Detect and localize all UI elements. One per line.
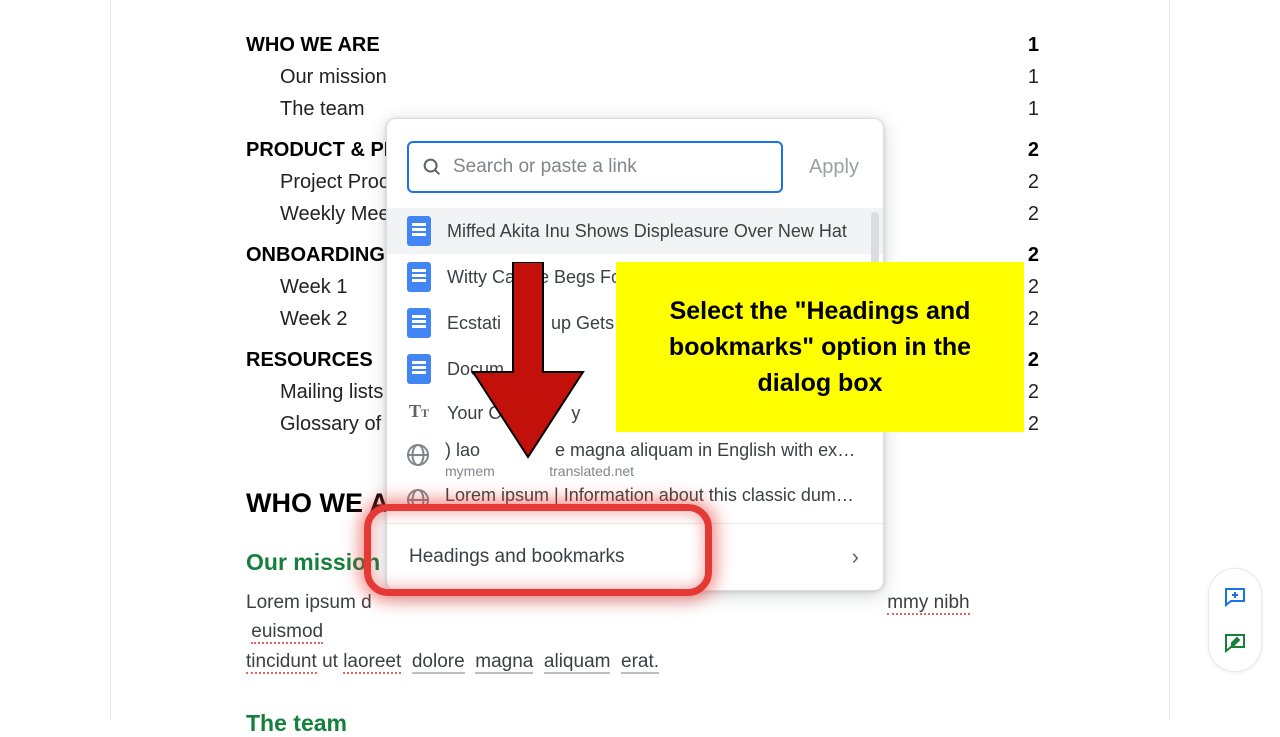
link-search-input[interactable] (453, 143, 769, 191)
toc-page: 1 (1028, 93, 1039, 125)
link-suggestion-doc[interactable]: Miffed Akita Inu Shows Displeasure Over … (387, 208, 883, 254)
headings-and-bookmarks-option[interactable]: Headings and bookmarks › (387, 523, 883, 590)
body-paragraph[interactable]: Lorem ipsum d mmy nibh euismod tincidunt… (246, 588, 1039, 676)
toc-h1-label: ONBOARDING (246, 239, 385, 271)
add-comment-icon (1223, 585, 1247, 609)
toc-page: 1 (1028, 29, 1039, 61)
toc-page: 2 (1028, 408, 1039, 440)
toc-item-label: Week 1 (280, 271, 347, 303)
toc-h1-label: WHO WE ARE (246, 29, 380, 61)
toc-page: 1 (1028, 61, 1039, 93)
comment-fab-group (1208, 568, 1262, 672)
toc-page: 2 (1028, 376, 1039, 408)
toc-h1-label: PRODUCT & PR (246, 134, 398, 166)
link-suggestion-web[interactable]: Lorem ipsum | Information about this cla… (387, 481, 883, 523)
text-format-icon: TT (407, 401, 431, 425)
headings-label: Headings and bookmarks (409, 546, 624, 568)
suggestion-label: Miffed Akita Inu Shows Displeasure Over … (447, 221, 863, 242)
suggestion-label: ) lao e magna aliquam in English with ex… (445, 440, 863, 461)
toc-item-label: Project Proc (280, 166, 389, 198)
toc-item-label: Weekly Mee (280, 198, 390, 230)
toc-page: 2 (1028, 271, 1039, 303)
toc-item-label: Our mission (280, 61, 387, 93)
globe-icon (407, 489, 429, 511)
suggest-edit-button[interactable] (1217, 625, 1253, 661)
search-icon (421, 156, 443, 178)
text-fragment: ut (322, 651, 343, 672)
subheading-team[interactable]: The team (246, 710, 1039, 737)
docs-icon (407, 216, 431, 246)
text-fragment: magna (475, 651, 533, 674)
text-fragment: euismod (251, 621, 323, 644)
text-fragment: tincidunt (246, 651, 317, 674)
globe-icon (407, 444, 429, 466)
link-suggestion-web[interactable]: ) lao e magna aliquam in English with ex… (387, 434, 883, 481)
toc-item-label: Mailing lists (280, 376, 383, 408)
text-fragment: erat. (621, 651, 659, 674)
text-fragment: mmy nibh (887, 592, 969, 615)
toc-heading[interactable]: WHO WE ARE 1 (246, 29, 1039, 61)
text-fragment: Lorem ipsum d (246, 592, 372, 613)
apply-button[interactable]: Apply (805, 148, 863, 187)
toc-page: 2 (1028, 303, 1039, 335)
suggestion-url: mymem translated.net (445, 463, 863, 479)
docs-icon (407, 308, 431, 338)
docs-icon (407, 262, 431, 292)
toc-page: 2 (1028, 134, 1039, 166)
suggest-edit-icon (1223, 631, 1247, 655)
toc-page: 2 (1028, 166, 1039, 198)
toc-item-label: Week 2 (280, 303, 347, 335)
suggestion-label: Lorem ipsum | Information about this cla… (445, 485, 863, 506)
text-fragment: laoreet (343, 651, 401, 674)
toc-item-label: The team (280, 93, 364, 125)
annotation-callout: Select the "Headings and bookmarks" opti… (616, 262, 1024, 432)
toc-item-label: Glossary of t (280, 408, 392, 440)
text-fragment: dolore (412, 651, 465, 674)
toc-item[interactable]: Our mission 1 (246, 61, 1039, 93)
callout-text: Select the "Headings and bookmarks" opti… (640, 293, 1000, 402)
docs-icon (407, 354, 431, 384)
toc-page: 2 (1028, 198, 1039, 230)
toc-page: 2 (1028, 344, 1039, 376)
toc-h1-label: RESOURCES (246, 344, 373, 376)
text-fragment: aliquam (544, 651, 611, 674)
chevron-right-icon: › (852, 544, 859, 570)
link-search-field[interactable] (407, 141, 783, 193)
link-dialog-header: Apply (387, 141, 883, 207)
add-comment-button[interactable] (1217, 579, 1253, 615)
toc-page: 2 (1028, 239, 1039, 271)
